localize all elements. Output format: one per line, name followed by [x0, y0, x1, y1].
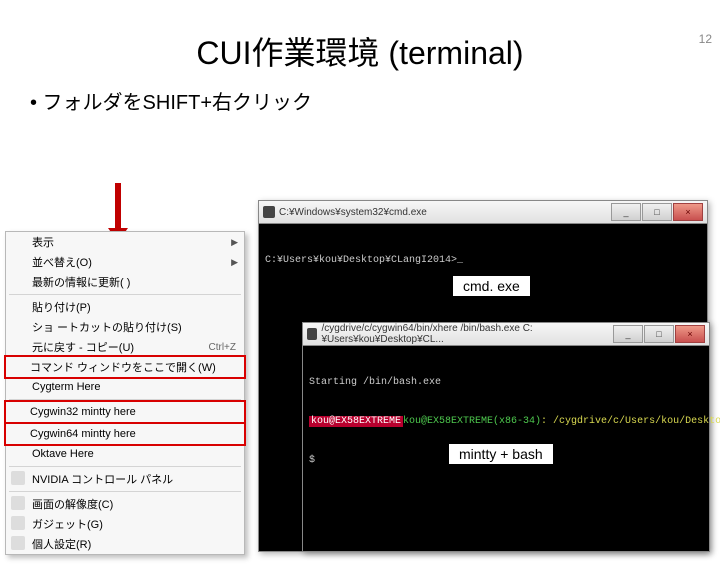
p-icon — [11, 536, 25, 550]
context-menu-item[interactable]: 個人設定(R) — [6, 534, 244, 554]
menu-separator — [9, 491, 241, 492]
chevron-right-icon: ▶ — [231, 257, 238, 268]
close-button[interactable]: × — [675, 325, 705, 343]
page-number: 12 — [699, 32, 712, 46]
context-menu-item[interactable]: ガジェット(G) — [6, 514, 244, 534]
callout-mintty: mintty + bash — [448, 443, 554, 465]
mintty-titlebar: /cygdrive/c/cygwin64/bin/xhere /bin/bash… — [303, 323, 709, 346]
context-menu-item[interactable]: Cygwin32 mintty here — [4, 400, 246, 424]
mintty-line2: kou@EX58EXTREMEkou@EX58EXTREME(x86-34): … — [309, 415, 703, 428]
mintty-window: /cygdrive/c/cygwin64/bin/xhere /bin/bash… — [302, 322, 710, 552]
minimize-button[interactable]: _ — [613, 325, 643, 343]
chevron-right-icon: ▶ — [231, 237, 238, 248]
cmd-icon — [263, 206, 275, 218]
menu-item-label: 最新の情報に更新( ) — [32, 274, 130, 290]
menu-item-label: 表示 — [32, 234, 54, 250]
menu-item-label: NVIDIA コントロール パネル — [32, 471, 173, 487]
menu-item-label: Cygterm Here — [32, 381, 100, 393]
maximize-button[interactable]: □ — [644, 325, 674, 343]
menu-item-label: 個人設定(R) — [32, 536, 91, 552]
context-menu-item[interactable]: 表示 ▶ — [6, 232, 244, 252]
close-button[interactable]: × — [673, 203, 703, 221]
maximize-button[interactable]: □ — [642, 203, 672, 221]
mintty-line1: Starting /bin/bash.exe — [309, 376, 703, 389]
d-icon — [11, 496, 25, 510]
menu-separator — [9, 466, 241, 467]
menu-item-label: ショ ートカットの貼り付け(S) — [32, 319, 182, 335]
context-menu-item[interactable]: 画面の解像度(C) — [6, 494, 244, 514]
context-menu-item[interactable]: Oktave Here — [6, 444, 244, 464]
context-menu-item[interactable]: Cygterm Here — [6, 377, 244, 397]
menu-item-label: Oktave Here — [32, 448, 94, 460]
g-icon — [11, 516, 25, 530]
minimize-button[interactable]: _ — [611, 203, 641, 221]
menu-item-label: 並べ替え(O) — [32, 254, 92, 270]
cmd-title-text: C:¥Windows¥system32¥cmd.exe — [279, 207, 427, 218]
menu-item-label: 画面の解像度(C) — [32, 496, 113, 512]
menu-separator — [9, 294, 241, 295]
slide-title: CUI作業環境 (terminal) — [0, 28, 720, 74]
cmd-prompt-line: C:¥Users¥kou¥Desktop¥CLangI2014>_ — [265, 254, 701, 267]
mintty-title-text: /cygdrive/c/cygwin64/bin/xhere /bin/bash… — [321, 323, 613, 345]
arrow-down — [115, 183, 121, 228]
context-menu-item[interactable]: 元に戻す - コピー(U) Ctrl+Z — [6, 337, 244, 357]
menu-item-label: ガジェット(G) — [32, 516, 103, 532]
context-menu-item[interactable]: NVIDIA コントロール パネル — [6, 469, 244, 489]
context-menu-item[interactable]: 最新の情報に更新( ) — [6, 272, 244, 292]
menu-item-label: 貼り付け(P) — [32, 299, 91, 315]
context-menu-item[interactable]: 貼り付け(P) — [6, 297, 244, 317]
menu-item-label: 元に戻す - コピー(U) — [32, 339, 134, 355]
callout-cmd: cmd. exe — [452, 275, 531, 297]
bullet-text: • フォルダをSHIFT+右クリック — [30, 86, 720, 115]
mintty-body: Starting /bin/bash.exe kou@EX58EXTREMEko… — [303, 346, 709, 497]
context-menu-item[interactable]: ショ ートカットの貼り付け(S) — [6, 317, 244, 337]
menu-shortcut: Ctrl+Z — [209, 342, 237, 353]
menu-item-label: Cygwin64 mintty here — [30, 428, 136, 440]
nv-icon — [11, 471, 25, 485]
context-menu-item[interactable]: Cygwin64 mintty here — [4, 422, 246, 446]
context-menu: 表示 ▶ 並べ替え(O) ▶ 最新の情報に更新( ) 貼り付け(P) ショ ートカットの貼… — [5, 231, 245, 555]
context-menu-item[interactable]: 並べ替え(O) ▶ — [6, 252, 244, 272]
mintty-icon — [307, 328, 317, 340]
cmd-titlebar: C:¥Windows¥system32¥cmd.exe _ □ × — [259, 201, 707, 224]
context-menu-item[interactable]: コマンド ウィンドウをここで開く(W) — [4, 355, 246, 379]
menu-item-label: コマンド ウィンドウをここで開く(W) — [30, 359, 216, 375]
menu-item-label: Cygwin32 mintty here — [30, 406, 136, 418]
